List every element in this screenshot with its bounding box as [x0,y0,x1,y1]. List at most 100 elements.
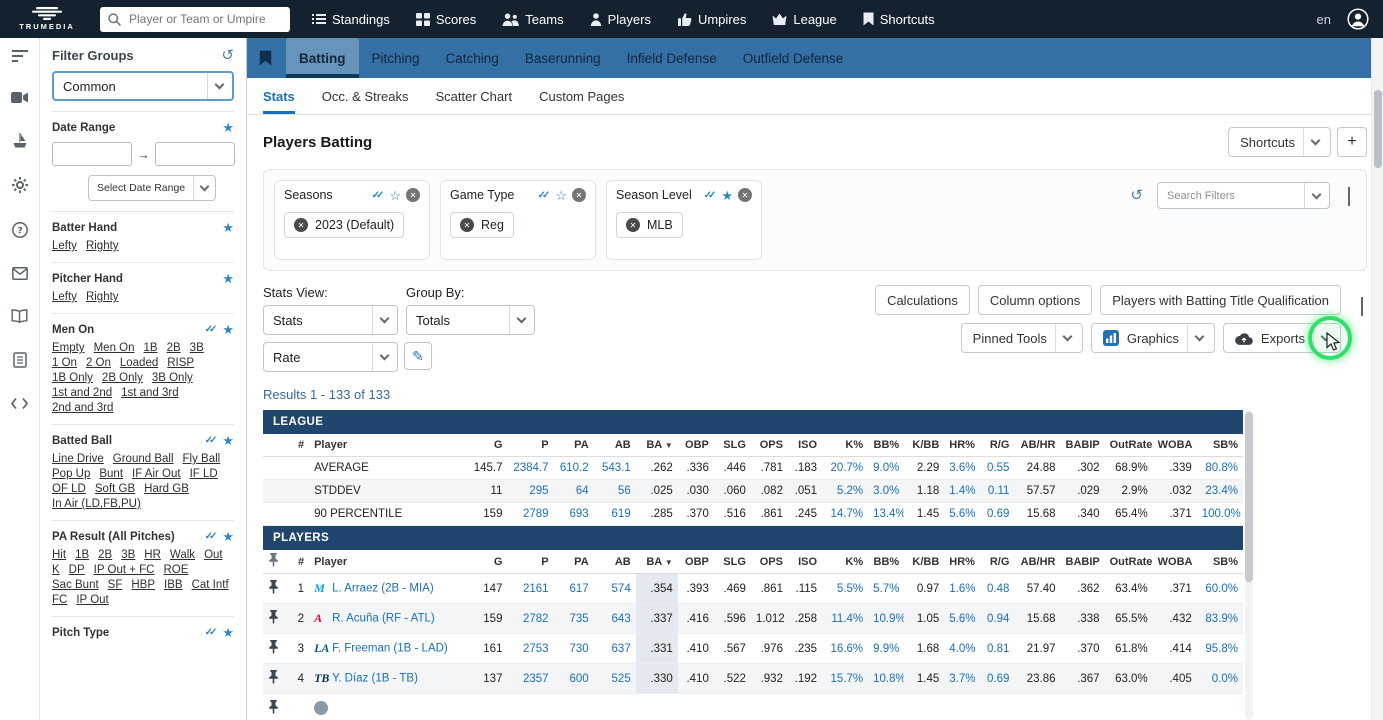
page-scrollbar[interactable] [1371,38,1383,720]
col-header-bb[interactable]: BB% [868,550,905,574]
filter-link[interactable]: Lefty [52,291,77,303]
nav-shortcuts[interactable]: Shortcuts [863,12,935,27]
subtab-custom-pages[interactable]: Custom Pages [539,78,624,114]
tab-pitching[interactable]: Pitching [359,38,433,78]
col-header-ops[interactable]: OPS [750,550,788,574]
book-icon[interactable] [11,309,28,323]
filter-link[interactable]: Empty [52,342,85,354]
stat-cell[interactable]: 610.2 [553,456,594,480]
subtab-scatter-chart[interactable]: Scatter Chart [436,78,513,114]
stat-cell[interactable]: 9.0% [868,456,905,480]
global-search[interactable] [100,6,290,32]
nav-players[interactable]: Players [590,12,651,27]
player-link[interactable]: Y. Díaz (1B - TB) [332,673,418,685]
multi-select-icon[interactable]: ✓✓ [205,531,218,542]
pin-icon[interactable] [263,693,284,720]
stat-cell[interactable]: 574 [593,573,636,604]
calculations-button[interactable]: Calculations [875,285,970,315]
col-header-outrate[interactable]: OutRate [1104,550,1153,574]
stat-cell[interactable]: 9.9% [868,633,905,664]
col-header-iso[interactable]: ISO [787,434,823,457]
col-header-ab[interactable]: AB [593,550,636,574]
tab-outfield-defense[interactable]: Outfield Defense [730,38,857,78]
stat-cell[interactable]: 3.6% [944,456,977,480]
stat-cell[interactable]: 2161 [507,573,554,604]
filter-link[interactable]: Fly Ball [183,453,221,465]
search-filters-dropdown[interactable]: Search Filters [1157,182,1330,209]
stat-cell[interactable]: 83.9% [1196,603,1243,634]
stat-cell[interactable]: 23.4% [1196,479,1243,503]
multi-select-icon[interactable]: ✓✓ [538,190,551,201]
stat-cell[interactable]: 0.0% [1196,663,1243,694]
language-selector[interactable]: en [1317,12,1331,27]
date-to-input[interactable] [155,142,235,166]
stat-cell[interactable]: 619 [593,502,636,526]
stat-cell[interactable]: 2384.7 [507,456,554,480]
col-header-obp[interactable]: OBP [677,550,714,574]
star-icon[interactable]: ★ [721,189,733,202]
stat-cell[interactable]: 11.4% [822,603,869,634]
stat-cell[interactable]: 60.0% [1196,573,1243,604]
filter-link[interactable]: Men On [94,342,135,354]
star-icon[interactable]: ★ [222,530,234,543]
col-header-hr[interactable]: HR% [944,550,977,574]
stat-cell[interactable]: 617 [553,573,594,604]
remove-chip-icon[interactable]: ✕ [626,218,640,232]
stat-cell[interactable]: 64 [553,479,594,503]
stat-cell[interactable]: 14.7% [822,502,869,526]
col-header-bb[interactable]: BB% [868,434,905,457]
filter-link[interactable]: Pop Up [52,468,90,480]
nav-league[interactable]: League [772,12,837,27]
filter-link[interactable]: Righty [86,291,119,303]
filter-link[interactable]: FC [52,594,67,606]
filter-group-select[interactable]: Common [52,71,234,101]
stat-cell[interactable]: 5.6% [944,502,977,526]
stat-cell[interactable]: 15.7% [822,663,869,694]
filter-link[interactable]: Ground Ball [113,453,174,465]
pin-column-header[interactable] [263,550,284,574]
page-scrollbar-thumb[interactable] [1373,90,1382,168]
help-icon[interactable]: ? [11,222,28,238]
col-header-woba[interactable]: WOBA [1152,434,1197,457]
filter-link[interactable]: OF LD [52,483,86,495]
col-header-p[interactable]: P [507,550,554,574]
column-options-button[interactable]: Column options [977,285,1093,315]
video-icon[interactable] [11,91,28,104]
stat-cell[interactable]: 5.7% [868,573,905,604]
star-icon[interactable]: ★ [222,626,234,639]
multi-select-icon[interactable]: ✓✓ [704,190,717,201]
exports-button[interactable]: Exports [1222,316,1352,360]
account-icon[interactable] [1347,8,1369,30]
player-link[interactable]: R. Acuña (RF - ATL) [332,613,435,625]
search-input[interactable] [127,11,282,27]
filter-link[interactable]: 1B [75,549,89,561]
col-header-p[interactable]: P [507,434,554,457]
multi-select-icon[interactable]: ✓✓ [372,190,385,201]
stat-cell[interactable]: 295 [507,479,554,503]
filter-link[interactable]: HBP [131,579,155,591]
sort-desc-icon[interactable]: ▼ [665,441,673,450]
col-header-k[interactable]: K% [822,434,869,457]
filter-link[interactable]: Bunt [99,468,123,480]
col-header-ab-hr[interactable]: AB/HR [1014,434,1061,457]
filter-link[interactable]: IF LD [190,468,218,480]
nav-scores[interactable]: Scores [415,12,476,27]
stat-cell[interactable]: 56 [593,479,636,503]
col-header-rank[interactable]: # [283,550,310,574]
pin-icon[interactable] [263,603,284,634]
bookmark-icon[interactable] [259,50,272,66]
sort-desc-icon[interactable]: ▼ [665,558,673,567]
filter-link[interactable]: RISP [167,357,194,369]
stat-cell[interactable]: 0.69 [976,663,1015,694]
nav-standings[interactable]: Standings [312,12,390,27]
stat-cell[interactable]: 2357 [507,663,554,694]
col-header-slg[interactable]: SLG [713,434,751,457]
multi-select-icon[interactable]: ✓✓ [205,435,218,446]
pin-icon[interactable] [263,633,284,664]
col-header-player[interactable]: Player [309,434,468,457]
stat-cell[interactable]: 95.8% [1196,633,1243,664]
filter-link[interactable]: In Air (LD,FB,PU) [52,498,141,510]
filter-link[interactable]: Loaded [120,357,158,369]
stat-cell[interactable]: 16.6% [822,633,869,664]
rate-select[interactable]: Rate [263,342,398,372]
